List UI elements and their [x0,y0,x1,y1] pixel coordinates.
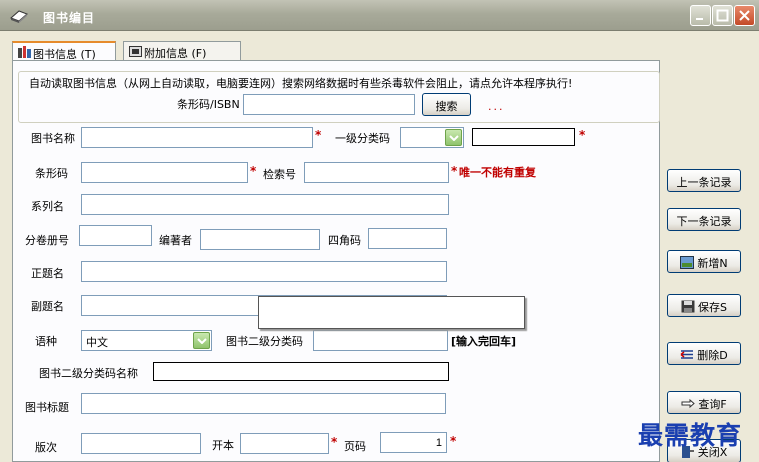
tab-extra-info[interactable]: 附加信息 (F) [123,41,241,61]
delete-button-label: 删除D [697,349,728,362]
category2-name-input[interactable] [153,362,449,381]
chevron-down-icon [197,338,207,344]
call-number-input[interactable] [304,162,449,183]
book-info-panel: 自动读取图书信息（从网上自动读取，电脑要连网）搜索网络数据时有些杀毒软件会阻止，… [12,60,660,462]
auto-fetch-caption: 自动读取图书信息（从网上自动读取，电脑要连网）搜索网络数据时有些杀毒软件会阻止，… [27,75,575,91]
maximize-icon [716,9,729,22]
add-button[interactable]: 新增N [667,250,741,273]
book-app-icon [10,10,28,23]
four-corner-input[interactable] [368,228,447,249]
next-record-button[interactable]: 下一条记录 [667,208,741,231]
edition-input[interactable] [81,433,201,454]
delete-button[interactable]: 删除D [667,342,741,365]
category1-label: 一级分类码 [335,132,390,145]
required-mark: * [315,128,322,142]
hand-pointer-icon [681,398,696,409]
author-label: 编著者 [159,234,192,247]
query-button-label: 查询F [698,398,727,411]
required-mark: * [250,164,257,178]
call-number-label: 检索号 [263,168,296,181]
dropdown-button[interactable] [445,129,462,146]
language-label: 语种 [35,335,57,348]
minimize-icon [696,18,703,20]
category1-name-input[interactable] [472,128,575,146]
maximize-button[interactable] [712,5,733,26]
book-info-icon [18,46,31,58]
barcode-label: 条形码 [35,167,68,180]
series-input[interactable] [81,194,449,215]
delete-lines-icon [680,350,694,359]
save-button[interactable]: 保存S [667,294,741,317]
isbn-label: 条形码/ISBN [177,98,240,111]
save-button-label: 保存S [698,301,727,314]
search-button[interactable]: 搜索 [422,93,471,116]
required-mark: * [451,164,458,178]
progress-dots: ... [488,100,505,113]
close-window-button[interactable] [734,5,755,26]
language-select[interactable]: 中文 [81,330,212,351]
category2-label: 图书二级分类码 [226,335,303,348]
extra-info-icon [129,46,142,57]
close-icon [739,10,750,21]
sub-title-label: 副题名 [31,300,64,313]
required-mark: * [579,128,586,142]
tab-book-info[interactable]: 图书信息 (T) [12,41,116,62]
category2-name-label: 图书二级分类码名称 [39,367,138,380]
tab-extra-info-label: 附加信息 (F) [144,47,207,60]
query-button[interactable]: 查询F [667,391,741,414]
main-title-label: 正题名 [31,267,64,280]
four-corner-label: 四角码 [328,234,361,247]
book-name-label: 图书名称 [31,132,75,145]
floppy-disk-icon [681,300,695,313]
prev-record-button[interactable]: 上一条记录 [667,169,741,192]
main-title-input[interactable] [81,261,447,282]
category1-select[interactable] [400,127,464,148]
pages-input[interactable] [380,432,447,453]
required-mark: * [331,435,338,449]
title-bar[interactable]: 图书编目 [0,0,759,31]
volume-label: 分卷册号 [25,234,69,247]
window-title: 图书编目 [43,11,96,25]
category2-input[interactable] [313,330,448,351]
book-title-input[interactable] [81,393,446,414]
barcode-input[interactable] [81,162,248,183]
unique-warning: 唯一不能有重复 [459,166,536,179]
chevron-down-icon [449,135,459,141]
book-name-input[interactable] [81,127,313,148]
format-input[interactable] [240,433,329,454]
minimize-button[interactable] [690,5,711,26]
watermark-text: 最需教育 [638,421,743,450]
isbn-input[interactable] [243,94,415,115]
add-record-icon [680,256,695,269]
edition-label: 版次 [35,441,57,454]
autocomplete-popup[interactable] [258,296,525,329]
pages-label: 页码 [344,440,366,453]
series-label: 系列名 [31,200,64,213]
language-value: 中文 [86,336,108,349]
enter-hint: [输入完回车] [451,335,517,348]
add-button-label: 新增N [697,257,728,270]
format-label: 开本 [212,439,234,452]
author-input[interactable] [200,229,320,250]
volume-input[interactable] [79,225,152,246]
book-title-label: 图书标题 [25,401,69,414]
auto-fetch-group: 自动读取图书信息（从网上自动读取，电脑要连网）搜索网络数据时有些杀毒软件会阻止，… [18,71,660,123]
dropdown-button[interactable] [193,332,210,349]
required-mark: * [450,434,457,448]
